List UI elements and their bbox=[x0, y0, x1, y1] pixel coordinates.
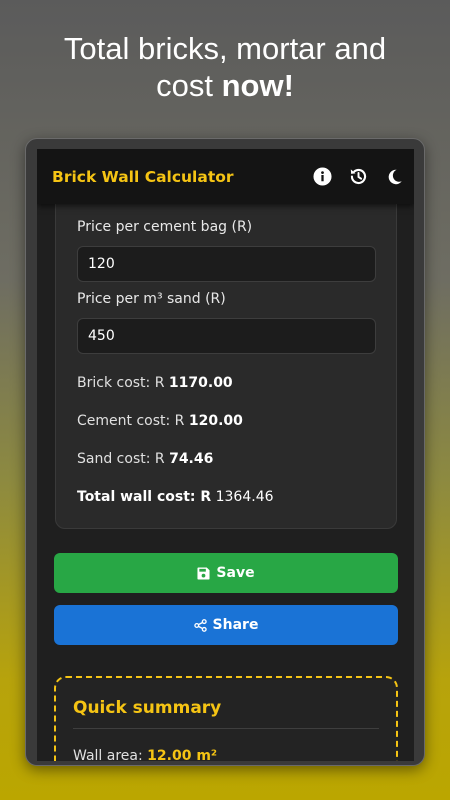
history-icon bbox=[350, 168, 366, 185]
cement-cost-line: Cement cost: R 120.00 bbox=[77, 413, 243, 429]
cement-cost-value: 120.00 bbox=[188, 413, 243, 429]
summary-divider bbox=[73, 728, 379, 729]
sand-cost-line: Sand cost: R 74.46 bbox=[77, 451, 213, 467]
quick-summary-card: Quick summary Wall area: 12.00 m² bbox=[54, 676, 398, 761]
moon-icon bbox=[388, 169, 402, 184]
theme-toggle-button[interactable] bbox=[376, 159, 412, 195]
brick-cost-line: Brick cost: R 1170.00 bbox=[77, 375, 233, 391]
app-title: Brick Wall Calculator bbox=[52, 167, 234, 186]
total-cost-line: Total wall cost: R 1364.46 bbox=[77, 489, 274, 505]
app-screen: Brick Wall Calculator Price per cement b… bbox=[37, 149, 414, 761]
brick-cost-label: Brick cost: R bbox=[77, 375, 169, 391]
cement-cost-label: Cement cost: R bbox=[77, 413, 189, 429]
total-cost-label: Total wall cost: R bbox=[77, 489, 212, 505]
total-cost-value: 1364.46 bbox=[211, 489, 274, 505]
save-button[interactable]: Save bbox=[54, 553, 398, 593]
promo-line-2: cost now! bbox=[0, 67, 450, 104]
info-icon bbox=[312, 167, 332, 186]
cement-price-label: Price per cement bag (R) bbox=[77, 219, 253, 235]
sand-price-input[interactable] bbox=[77, 318, 376, 354]
wall-area-label: Wall area: bbox=[73, 748, 148, 761]
share-button[interactable]: Share bbox=[54, 605, 398, 645]
save-button-label: Save bbox=[216, 565, 255, 581]
app-bar: Brick Wall Calculator bbox=[37, 149, 414, 204]
share-button-label: Share bbox=[212, 617, 259, 633]
cost-card: Price per cement bag (R) Price per m³ sa… bbox=[55, 189, 397, 529]
quick-summary-title: Quick summary bbox=[73, 698, 222, 718]
wall-area-line: Wall area: 12.00 m² bbox=[73, 748, 217, 761]
promo-line-2-bold: now! bbox=[221, 68, 294, 103]
cement-price-input[interactable] bbox=[77, 246, 376, 282]
share-icon bbox=[193, 618, 207, 632]
sand-cost-label: Sand cost: R bbox=[77, 451, 170, 467]
history-button[interactable] bbox=[340, 159, 376, 195]
app-bar-actions bbox=[304, 149, 414, 204]
sand-price-label: Price per m³ sand (R) bbox=[77, 291, 226, 307]
sand-cost-value: 74.46 bbox=[169, 451, 214, 467]
promo-line-1: Total bricks, mortar and bbox=[63, 31, 387, 66]
device-frame: Brick Wall Calculator Price per cement b… bbox=[25, 138, 425, 766]
promo-headline: Total bricks, mortar and cost now! bbox=[0, 30, 450, 104]
promo-line-2-plain: cost bbox=[156, 68, 222, 103]
wall-area-value: 12.00 m² bbox=[147, 748, 218, 761]
brick-cost-value: 1170.00 bbox=[168, 375, 233, 391]
floppy-disk-icon bbox=[197, 566, 210, 580]
info-button[interactable] bbox=[304, 159, 340, 195]
